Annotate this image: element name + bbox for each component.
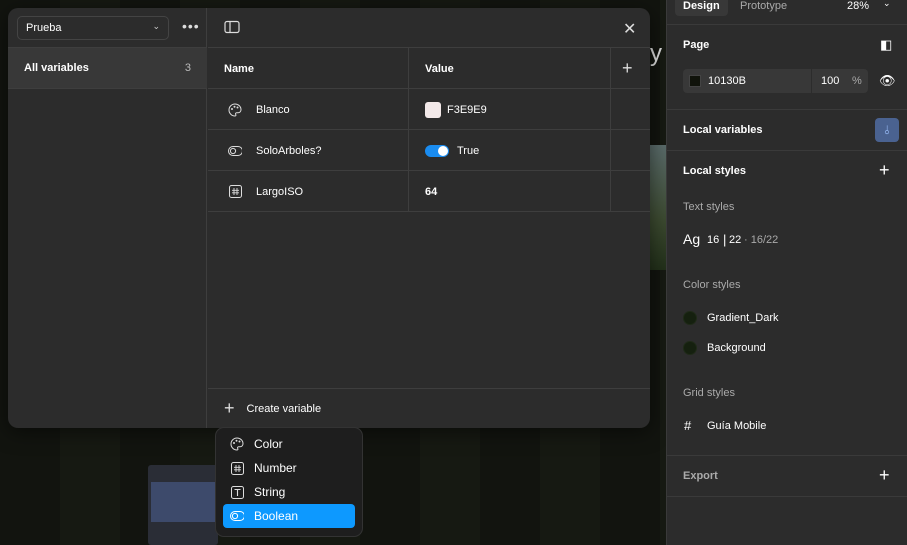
canvas-interaction-thumbnail (148, 465, 218, 545)
menu-item-boolean[interactable]: Boolean (223, 504, 355, 528)
text-style-combo: · 16/22 (744, 234, 779, 246)
menu-item-string[interactable]: String (223, 480, 355, 504)
table-row[interactable]: LargoISO (228, 171, 303, 212)
menu-item-label: Boolean (254, 509, 299, 523)
text-style-size: 16 (707, 234, 720, 246)
tab-design[interactable]: Design (675, 0, 728, 16)
divider (811, 69, 812, 93)
add-mode-icon[interactable]: + (622, 48, 633, 89)
sidebar-item-all-variables[interactable]: All variables 3 (8, 48, 207, 89)
variable-value[interactable]: True (425, 130, 479, 171)
percent-sign: % (852, 75, 862, 87)
divider (667, 496, 907, 497)
sidebar-item-label: All variables (24, 62, 89, 74)
collection-name: Prueba (26, 22, 62, 34)
create-variable-label: Create variable (246, 402, 322, 415)
divider (208, 211, 650, 212)
tab-prototype[interactable]: Prototype (740, 0, 787, 12)
color-style-item[interactable]: Background (707, 342, 766, 354)
hash-icon (228, 185, 242, 199)
variable-name: Blanco (256, 103, 290, 116)
divider (667, 455, 907, 456)
close-icon[interactable]: ✕ (623, 19, 636, 39)
divider (667, 150, 907, 151)
divider (8, 88, 207, 89)
menu-item-number[interactable]: Number (223, 456, 355, 480)
variable-type-menu: Color Number String Boolean (215, 427, 363, 537)
page-opacity[interactable]: 100 (821, 75, 839, 87)
menu-item-label: String (254, 485, 286, 499)
variable-name: SoloArboles? (256, 144, 322, 157)
design-panel: Design Prototype 28% ⌄ Page ◧ 10130B 100… (666, 0, 907, 545)
styles-icon[interactable]: ◧ (880, 37, 892, 53)
local-variables-label: Local variables (683, 124, 763, 136)
variable-value[interactable]: F3E9E9 (425, 89, 487, 130)
plus-icon[interactable]: + (879, 160, 890, 181)
more-options-icon[interactable]: ••• (182, 18, 200, 34)
grid-icon: # (684, 418, 692, 433)
color-style-swatch (683, 311, 697, 325)
value-text: F3E9E9 (447, 103, 487, 116)
variables-modal: Prueba ⌄ ••• All variables 3 ✕ Name Value … (8, 8, 650, 428)
canvas-frame-image (650, 145, 666, 270)
page-color-field[interactable]: 10130B 100 % (683, 69, 868, 93)
color-style-swatch (683, 341, 697, 355)
value-text: True (457, 144, 480, 157)
color-swatch (425, 101, 441, 118)
local-styles-label: Local styles (683, 165, 746, 177)
section-title-page: Page (683, 39, 710, 51)
toggle-icon (228, 144, 242, 158)
grid-styles-title: Grid styles (683, 387, 735, 399)
collection-select[interactable]: Prueba ⌄ (17, 16, 169, 40)
export-label: Export (683, 470, 718, 482)
zoom-level[interactable]: 28% (847, 0, 869, 12)
table-row[interactable]: Blanco (228, 89, 290, 130)
separator: | (723, 232, 727, 247)
plus-icon: + (224, 398, 235, 418)
menu-item-color[interactable]: Color (223, 432, 355, 456)
variable-value[interactable]: 64 (425, 171, 437, 212)
variables-table: ✕ Name Value + Blanco F3E9E9 SoloArboles… (208, 8, 650, 428)
canvas-frame-fragment: y (650, 40, 662, 67)
palette-icon (228, 102, 242, 117)
eye-icon[interactable]: 👁︎ (879, 73, 896, 89)
collections-sidebar: Prueba ⌄ ••• All variables 3 (8, 8, 207, 428)
variables-count: 3 (184, 62, 191, 74)
palette-icon (230, 437, 244, 451)
page-color-hex[interactable]: 10130B (708, 75, 746, 87)
plus-icon[interactable]: + (879, 465, 890, 486)
color-swatch (689, 75, 701, 87)
chevron-down-icon: ⌄ (152, 21, 160, 31)
table-row[interactable]: SoloArboles? (228, 130, 321, 171)
menu-item-label: Color (254, 437, 283, 451)
divider (667, 109, 907, 110)
boolean-toggle[interactable] (425, 144, 449, 157)
chevron-down-icon[interactable]: ⌄ (883, 0, 891, 9)
column-header-value: Value (425, 62, 454, 75)
hash-icon (230, 461, 244, 475)
color-styles-title: Color styles (683, 279, 741, 291)
text-style-line-height: 22 (729, 234, 742, 246)
toggle-icon (230, 509, 244, 523)
text-styles-title: Text styles (683, 201, 735, 213)
variable-name: LargoISO (256, 185, 304, 198)
text-icon (230, 485, 244, 499)
column-header-name: Name (224, 62, 254, 75)
open-variables-icon[interactable]: ⫰ (875, 118, 899, 142)
sidebar-toggle-icon[interactable] (224, 20, 240, 34)
create-variable-button[interactable]: + Create variable (224, 389, 321, 428)
color-style-item[interactable]: Gradient_Dark (707, 312, 779, 324)
menu-item-label: Number (254, 461, 297, 475)
grid-style-item[interactable]: Guía Mobile (707, 420, 766, 432)
divider (667, 24, 907, 25)
text-style-preview[interactable]: Ag (683, 231, 700, 247)
